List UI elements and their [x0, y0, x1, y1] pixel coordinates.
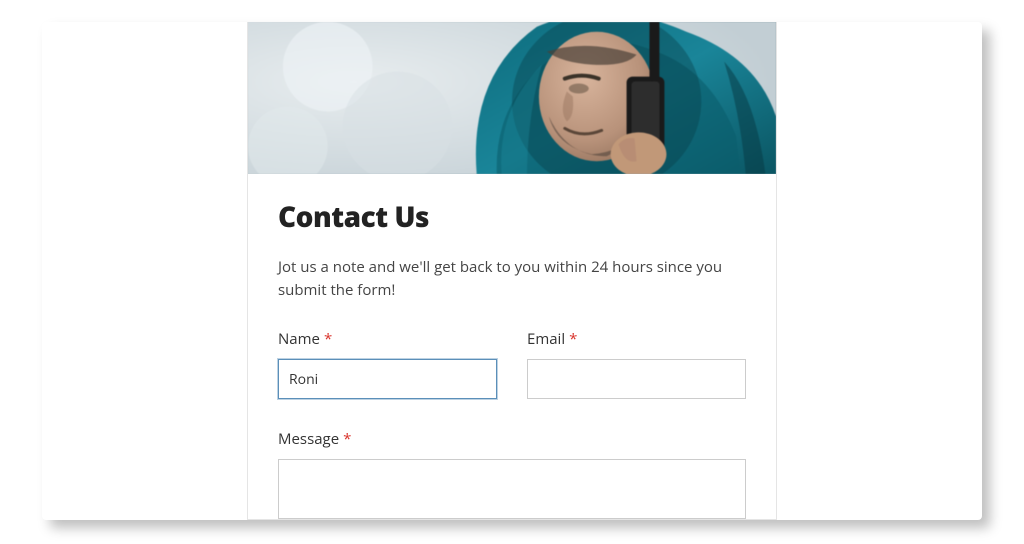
required-mark: * — [343, 429, 351, 449]
name-input[interactable] — [278, 359, 497, 399]
email-input[interactable] — [527, 359, 746, 399]
email-field-group: Email* — [527, 329, 746, 399]
message-label-text: Message — [278, 429, 339, 449]
name-label: Name* — [278, 329, 497, 349]
message-label: Message* — [278, 429, 746, 449]
form-content: Contact Us Jot us a note and we'll get b… — [248, 174, 776, 519]
email-label-text: Email — [527, 329, 565, 349]
hero-image — [248, 22, 776, 174]
form-heading: Contact Us — [278, 198, 746, 236]
name-label-text: Name — [278, 329, 320, 349]
message-input[interactable] — [278, 459, 746, 519]
required-mark: * — [324, 329, 332, 349]
email-label: Email* — [527, 329, 746, 349]
contact-card: Contact Us Jot us a note and we'll get b… — [42, 22, 982, 520]
field-row: Name* Email* — [278, 329, 746, 399]
name-field-group: Name* — [278, 329, 497, 399]
message-field-group: Message* — [278, 429, 746, 519]
form-description: Jot us a note and we'll get back to you … — [278, 256, 746, 301]
form-container: Contact Us Jot us a note and we'll get b… — [247, 22, 777, 520]
required-mark: * — [569, 329, 577, 349]
